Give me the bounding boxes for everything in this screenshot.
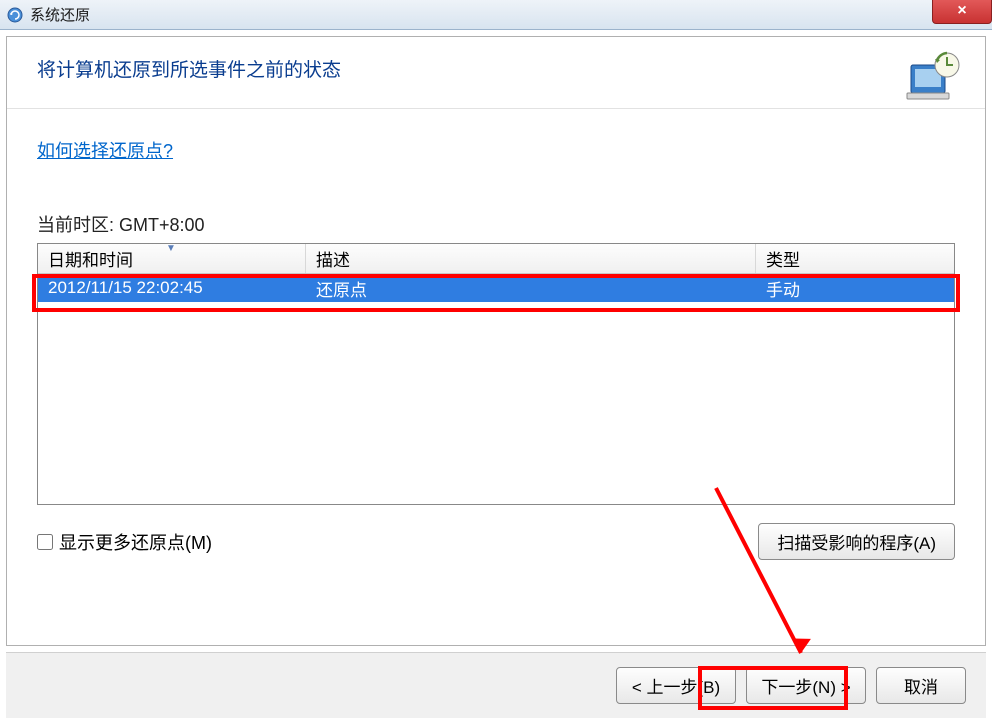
titlebar: 系统还原 × — [0, 0, 992, 30]
system-restore-wizard-icon — [905, 51, 963, 103]
back-button[interactable]: < 上一步(B) — [616, 667, 736, 704]
wizard-content: 将计算机还原到所选事件之前的状态 如何选择还原点? 当前时区: GMT+8:00… — [6, 36, 986, 646]
page-title: 将计算机还原到所选事件之前的状态 — [37, 55, 341, 82]
scan-affected-programs-button[interactable]: 扫描受影响的程序(A) — [758, 523, 955, 560]
column-header-type[interactable]: 类型 — [756, 244, 954, 273]
system-restore-icon — [6, 6, 24, 24]
column-header-description[interactable]: 描述 — [306, 244, 756, 273]
close-button[interactable]: × — [932, 0, 992, 24]
show-more-checkbox[interactable] — [37, 534, 53, 550]
cell-date: 2012/11/15 22:02:45 — [38, 276, 306, 300]
cell-description: 还原点 — [306, 274, 756, 303]
restore-points-table: 日期和时间 ▼ 描述 类型 2012/11/15 22:02:45 还原点 手动 — [37, 243, 955, 505]
separator — [7, 108, 985, 109]
next-button[interactable]: 下一步(N) > — [746, 667, 866, 704]
cell-type: 手动 — [756, 274, 954, 303]
timezone-label: 当前时区: GMT+8:00 — [37, 211, 955, 237]
column-header-date[interactable]: 日期和时间 ▼ — [38, 244, 306, 273]
show-more-label: 显示更多还原点(M) — [59, 529, 212, 555]
close-icon: × — [957, 2, 966, 20]
help-link[interactable]: 如何选择还原点? — [37, 141, 173, 161]
cancel-button[interactable]: 取消 — [876, 667, 966, 704]
table-row[interactable]: 2012/11/15 22:02:45 还原点 手动 — [38, 274, 954, 302]
sort-descending-icon: ▼ — [166, 243, 176, 254]
show-more-checkbox-wrap[interactable]: 显示更多还原点(M) — [37, 529, 212, 555]
table-header: 日期和时间 ▼ 描述 类型 — [38, 244, 954, 274]
wizard-button-bar: < 上一步(B) 下一步(N) > 取消 — [6, 652, 986, 718]
window-title: 系统还原 — [30, 4, 90, 25]
